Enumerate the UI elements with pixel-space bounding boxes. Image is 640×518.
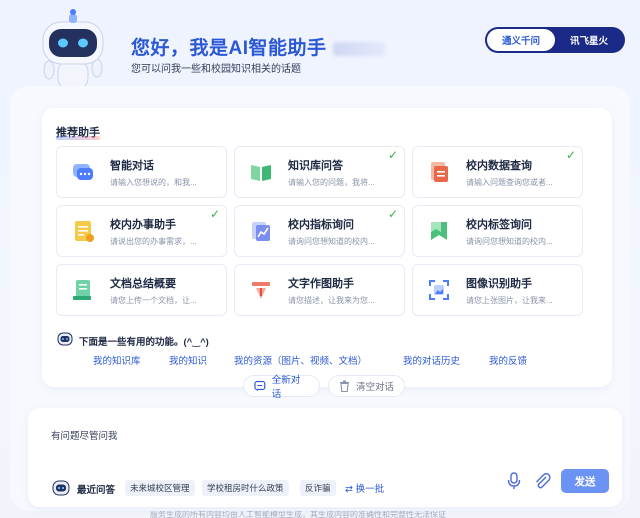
task-doc-icon bbox=[75, 221, 94, 242]
blurred-name bbox=[332, 41, 385, 56]
check-icon: ✓ bbox=[387, 148, 398, 162]
refresh-icon: ⇄ bbox=[345, 484, 353, 495]
attachment-icon[interactable] bbox=[533, 472, 551, 490]
robot-small-icon bbox=[57, 332, 73, 346]
link-my-resources[interactable]: 我的资源（图片、视频、文档） bbox=[234, 353, 367, 367]
header: 您好，我是AI智能助手 您可以问我一些和校园知识相关的话题 通义千问 讯飞星火 bbox=[0, 0, 640, 100]
card-title: 知识库问答 bbox=[288, 160, 343, 172]
card-desc: 请您上传一个文档，让... bbox=[110, 296, 197, 305]
image-scan-icon bbox=[429, 280, 449, 300]
clear-chat-label: 清空对话 bbox=[356, 382, 395, 393]
link-my-feedback[interactable]: 我的反馈 bbox=[489, 353, 527, 367]
card-title: 校内数据查询 bbox=[466, 160, 532, 172]
card-desc: 请询问您想知道的校内... bbox=[466, 237, 553, 246]
assistant-card-data-query[interactable]: 校内数据查询 请输入问题查询您或者... ✓ bbox=[412, 146, 583, 198]
footer-disclaimer: 服务生成的所有内容均由人工智能模型生成，其生成内容的准确性和完整性无法保证 bbox=[150, 511, 446, 518]
assistant-card-image[interactable]: 图像识别助手 请您上张图片，让我来... bbox=[412, 264, 583, 316]
recent-tag[interactable]: 反诈骗 bbox=[300, 480, 336, 496]
model-switch: 通义千问 讯飞星火 bbox=[485, 27, 625, 53]
link-chat-history[interactable]: 我的对话历史 bbox=[403, 353, 460, 367]
assistant-card-affairs[interactable]: 校内办事助手 请说出您的办事需求，... ✓ bbox=[56, 205, 227, 257]
model-option-tongyi[interactable]: 通义千问 bbox=[487, 29, 555, 51]
page-title-text: 您好，我是AI智能助手 bbox=[131, 38, 327, 59]
card-title: 校内标签询问 bbox=[466, 219, 532, 231]
chat-input-placeholder[interactable]: 有问题尽管问我 bbox=[51, 428, 118, 442]
model-option-xunfei[interactable]: 讯飞星火 bbox=[555, 29, 623, 51]
tag-icon bbox=[431, 222, 447, 240]
link-my-kb[interactable]: 我的知识库 bbox=[93, 353, 141, 367]
card-desc: 请说出您的办事需求，... bbox=[110, 237, 197, 246]
card-title: 图像识别助手 bbox=[466, 278, 532, 290]
card-title: 校内办事助手 bbox=[110, 219, 176, 231]
link-my-knowledge[interactable]: 我的知识 bbox=[169, 353, 207, 367]
recent-tag[interactable]: 学校租房时什么政策 bbox=[202, 480, 289, 496]
card-title: 智能对话 bbox=[110, 160, 154, 172]
data-doc-icon bbox=[431, 162, 448, 182]
assistant-card-metrics[interactable]: 校内指标询问 请询问您想知道的校内... ✓ bbox=[234, 205, 405, 257]
card-title: 校内指标询问 bbox=[288, 219, 354, 231]
card-desc: 请您描述，让我来为您... bbox=[288, 296, 375, 305]
clear-chat-button[interactable]: 清空对话 bbox=[328, 375, 405, 397]
book-icon bbox=[251, 165, 271, 181]
new-chat-button[interactable]: 全新对话 bbox=[243, 375, 320, 400]
card-desc: 请询问您想知道的校内... bbox=[288, 237, 375, 246]
useful-title: 下面是一些有用的功能。(^‿^) bbox=[79, 337, 209, 348]
assistant-card-kb-qa[interactable]: 知识库问答 请输入您的问题，我将... ✓ bbox=[234, 146, 405, 198]
chat-icon bbox=[73, 164, 93, 180]
trash-icon bbox=[340, 380, 349, 392]
card-title: 文字作图助手 bbox=[288, 278, 354, 290]
summary-doc-icon bbox=[73, 280, 91, 300]
refresh-label: 换一批 bbox=[355, 484, 385, 495]
recent-qa-label: 最近问答 bbox=[77, 485, 116, 496]
chat-bubble-icon bbox=[254, 381, 266, 392]
draw-icon bbox=[252, 282, 270, 299]
assistant-card-draw[interactable]: 文字作图助手 请您描述，让我来为您... bbox=[234, 264, 405, 316]
robot-small-icon bbox=[52, 480, 70, 496]
card-desc: 请输入您想说的，和我... bbox=[110, 178, 197, 187]
card-title: 文档总结概要 bbox=[110, 278, 176, 290]
send-button[interactable]: 发送 bbox=[561, 469, 609, 493]
assistant-card-tags[interactable]: 校内标签询问 请询问您想知道的校内... bbox=[412, 205, 583, 257]
assistant-card-chat[interactable]: 智能对话 请输入您想说的，和我... bbox=[56, 146, 227, 198]
card-desc: 请输入您的问题，我将... bbox=[288, 178, 375, 187]
microphone-icon[interactable] bbox=[507, 472, 521, 490]
refresh-button[interactable]: ⇄ 换一批 bbox=[345, 481, 384, 495]
card-desc: 请输入问题查询您或者... bbox=[466, 178, 553, 187]
check-icon: ✓ bbox=[387, 207, 398, 221]
check-icon: ✓ bbox=[565, 148, 576, 162]
page-subtitle: 您可以问我一些和校园知识相关的话题 bbox=[131, 64, 301, 75]
section-title: 推荐助手 bbox=[56, 124, 100, 140]
check-icon: ✓ bbox=[209, 207, 220, 221]
page-title: 您好，我是AI智能助手 bbox=[131, 33, 385, 60]
assistant-card-summary[interactable]: 文档总结概要 请您上传一个文档，让... bbox=[56, 264, 227, 316]
card-desc: 请您上张图片，让我来... bbox=[466, 296, 553, 305]
metrics-icon bbox=[252, 222, 270, 241]
new-chat-label: 全新对话 bbox=[271, 375, 301, 400]
recent-tag[interactable]: 未来城校区管理 bbox=[125, 480, 195, 496]
